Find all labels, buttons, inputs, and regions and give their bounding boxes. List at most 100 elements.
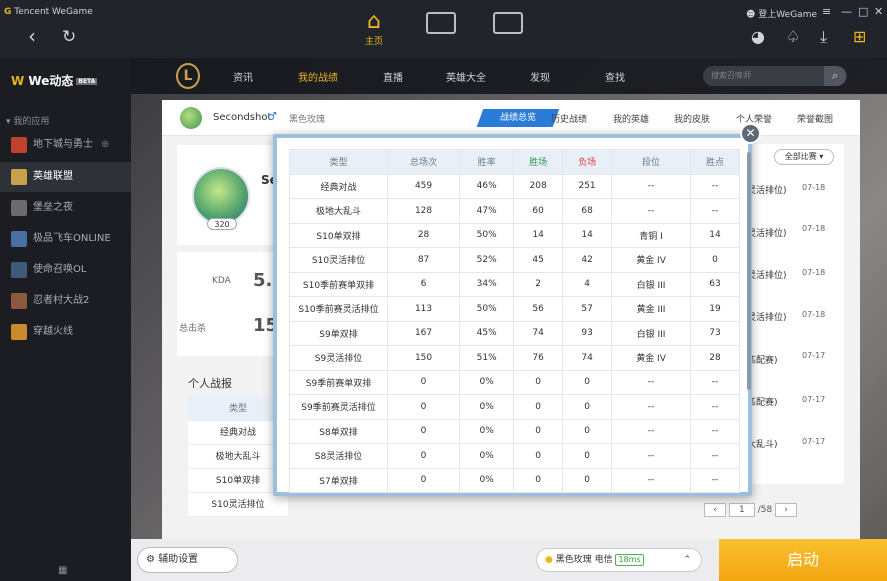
tab-my-heroes[interactable]: 我的英雄 xyxy=(613,112,649,125)
profile-avatar-icon[interactable]: ◕ xyxy=(751,27,765,46)
col-wins: 胜场 xyxy=(513,149,564,175)
profile-avatar xyxy=(192,167,250,225)
dnf-icon xyxy=(11,137,27,153)
table-cell: 46% xyxy=(459,173,515,199)
avatar xyxy=(180,107,202,129)
login-link[interactable]: ☻ 登上WeGame xyxy=(746,7,817,20)
table-row: S8灵活排位 0 0% 0 0 -- -- xyxy=(289,443,740,469)
table-cell: 87 xyxy=(386,247,461,273)
server-select[interactable]: ● 黑色玫瑰 电信 18ms ⌃ xyxy=(536,548,702,572)
table-cell: 74 xyxy=(562,345,613,371)
table-cell: 45% xyxy=(459,320,515,346)
prev-page-button[interactable]: ‹ xyxy=(704,503,726,517)
tab-my-skins[interactable]: 我的皮肤 xyxy=(674,112,710,125)
tab-home[interactable]: ⌂ 主页 xyxy=(359,10,389,48)
table-row: S10灵活排位 87 52% 45 42 黄金 IV 0 xyxy=(289,247,740,273)
game-label: 地下城与勇士 xyxy=(33,139,93,150)
sidebar-item-nfs[interactable]: 极品飞车ONLINE xyxy=(0,224,131,254)
ping-badge: 18ms xyxy=(615,554,644,566)
download-icon[interactable]: ⤓ xyxy=(820,27,827,47)
table-cell: S9季前赛灵活排位 xyxy=(289,394,388,420)
sidebar-item-naruto[interactable]: 忍者村大战2 xyxy=(0,286,131,316)
table-cell: 150 xyxy=(386,345,461,371)
stats-popup: 类型 总场次 胜率 胜场 负场 段位 胜点 经典对战 459 46% 208 251 --… xyxy=(273,134,752,496)
launch-button[interactable]: 启动 xyxy=(719,539,887,581)
table-cell: 0% xyxy=(459,443,515,469)
nav-find[interactable]: 查找 xyxy=(605,69,625,84)
table-cell: S9季前赛单双排 xyxy=(289,369,388,395)
col-losses: 负场 xyxy=(562,149,613,175)
table-cell: 0 xyxy=(386,418,461,444)
assist-settings-button[interactable]: ⚙ 辅助设置 xyxy=(137,547,238,573)
table-cell: 0 xyxy=(513,369,564,395)
personal-report-title: 个人战报 xyxy=(188,377,232,390)
match-mode[interactable]: 灵活排位) xyxy=(747,310,787,323)
naruto-icon xyxy=(11,293,27,309)
close-icon[interactable]: ✕ xyxy=(740,123,761,144)
wedong-link[interactable]: W We动态 BETA xyxy=(11,72,98,89)
brand-text: Tencent WeGame xyxy=(14,7,93,17)
col-winrate: 胜率 xyxy=(459,149,515,175)
sidebar-item-cf[interactable]: 穿越火线 xyxy=(0,317,131,347)
table-cell: S10单双排 xyxy=(289,222,388,248)
table-cell: 0% xyxy=(459,467,515,493)
sidebar-item-fortnite[interactable]: 堡垒之夜 xyxy=(0,193,131,223)
store-tab-icon[interactable] xyxy=(426,12,456,34)
lol-icon xyxy=(11,169,27,185)
table-cell: 128 xyxy=(386,198,461,224)
maximize-icon[interactable]: □ xyxy=(858,5,868,18)
menu-icon[interactable]: ≡ xyxy=(822,5,831,18)
col-type: 类型 xyxy=(289,149,388,175)
fortnite-icon xyxy=(11,200,27,216)
table-cell: 73 xyxy=(690,320,740,346)
nav-live[interactable]: 直播 xyxy=(383,69,403,84)
next-page-button[interactable]: › xyxy=(775,503,798,517)
table-row: 极地大乱斗 128 47% 60 68 -- -- xyxy=(289,198,740,224)
refresh-icon[interactable]: ↻ xyxy=(62,27,76,47)
my-apps-header[interactable]: ▾ 我的应用 xyxy=(6,114,49,127)
table-cell: 0 xyxy=(562,394,613,420)
app-grid-icon[interactable]: ▦ xyxy=(58,565,67,576)
match-mode[interactable]: 灵活排位) xyxy=(747,183,787,196)
chevron-up-icon: ⌃ xyxy=(683,555,691,565)
gift-icon[interactable]: ⊞ xyxy=(853,27,866,46)
video-tab-icon[interactable] xyxy=(493,12,523,34)
level-badge: 320 xyxy=(207,218,237,230)
cf-icon xyxy=(11,324,27,340)
tab-honor-screenshots[interactable]: 荣誉截图 xyxy=(797,112,833,125)
table-cell: 0% xyxy=(459,394,515,420)
nav-discover[interactable]: 发现 xyxy=(530,69,550,84)
match-mode[interactable]: 灵活排位) xyxy=(747,226,787,239)
col-rank: 段位 xyxy=(611,149,692,175)
table-cell: 50% xyxy=(459,296,515,322)
table-cell: 黄金 IV xyxy=(611,345,692,371)
match-filter-select[interactable]: 全部比赛 ▾ xyxy=(774,149,834,165)
title-bar: G Tencent WeGame ‹ ↻ ⌂ 主页 ☻ 登上WeGame ≡ —… xyxy=(0,0,887,58)
notification-icon[interactable]: ♤ xyxy=(786,27,800,46)
nav-news[interactable]: 资讯 xyxy=(233,69,253,84)
table-cell: 经典对战 xyxy=(289,173,388,199)
table-cell: 113 xyxy=(386,296,461,322)
tab-overview[interactable]: 战绩总览 xyxy=(476,109,560,127)
minimize-icon[interactable]: — xyxy=(841,5,852,18)
table-cell: 14 xyxy=(562,222,613,248)
table-cell: 0 xyxy=(562,467,613,493)
nav-heroes[interactable]: 英雄大全 xyxy=(446,69,486,84)
tab-history[interactable]: 历史战绩 xyxy=(551,112,587,125)
search-icon[interactable]: ⌕ xyxy=(824,66,846,86)
scrollbar[interactable] xyxy=(747,152,751,390)
page-input[interactable]: 1 xyxy=(728,503,755,517)
table-row: S9季前赛单双排 0 0% 0 0 -- -- xyxy=(289,369,740,395)
table-cell: 0 xyxy=(513,394,564,420)
table-cell: 167 xyxy=(386,320,461,346)
back-icon[interactable]: ‹ xyxy=(28,24,36,48)
table-row: S10季前赛单双排 6 34% 2 4 白银 III 63 xyxy=(289,271,740,297)
server-label: 黑色玫瑰 电信 xyxy=(555,555,613,565)
match-mode[interactable]: 灵活排位) xyxy=(747,268,787,281)
nav-my-record[interactable]: 我的战绩 xyxy=(298,69,338,84)
sidebar-item-dnf[interactable]: 地下城与勇士 ⊕ xyxy=(0,130,131,160)
table-cell: 28 xyxy=(386,222,461,248)
sidebar-item-lol[interactable]: 英雄联盟 xyxy=(0,162,131,192)
sidebar-item-cod[interactable]: 使命召唤OL xyxy=(0,255,131,285)
close-window-icon[interactable]: ✕ xyxy=(874,5,883,18)
